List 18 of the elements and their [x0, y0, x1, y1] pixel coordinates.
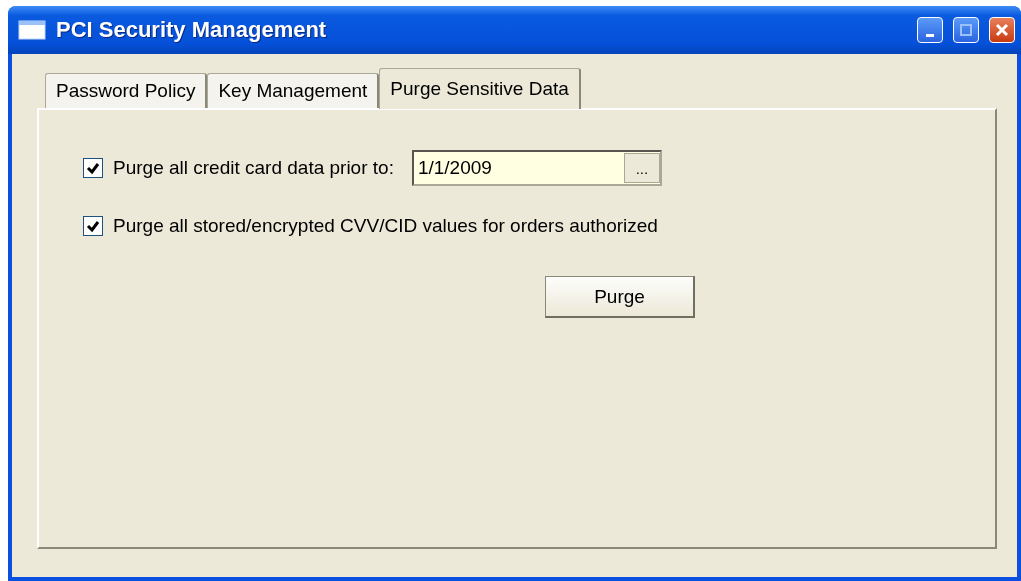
- checkbox[interactable]: [83, 158, 103, 178]
- tab[interactable]: Key Management: [207, 73, 380, 108]
- window-icon: [18, 20, 46, 40]
- option-label: Purge all credit card data prior to:: [113, 157, 394, 179]
- tab[interactable]: Password Policy: [45, 73, 208, 108]
- option-label: Purge all stored/encrypted CVV/CID values for orders authorized: [113, 215, 658, 237]
- tab[interactable]: Purge Sensitive Data: [379, 68, 581, 109]
- browse-button[interactable]: ...: [623, 153, 660, 183]
- close-icon: [995, 23, 1009, 37]
- date-field[interactable]: 1/1/2009 ...: [411, 150, 662, 186]
- maximize-icon: [960, 24, 972, 36]
- close-button[interactable]: [989, 17, 1015, 43]
- minimize-button[interactable]: [917, 17, 943, 43]
- window-title: PCI Security Management: [56, 17, 328, 43]
- minimize-icon: [926, 33, 934, 37]
- maximize-button[interactable]: [953, 17, 979, 43]
- purge-button[interactable]: Purge: [545, 276, 695, 318]
- checkbox[interactable]: [83, 216, 103, 236]
